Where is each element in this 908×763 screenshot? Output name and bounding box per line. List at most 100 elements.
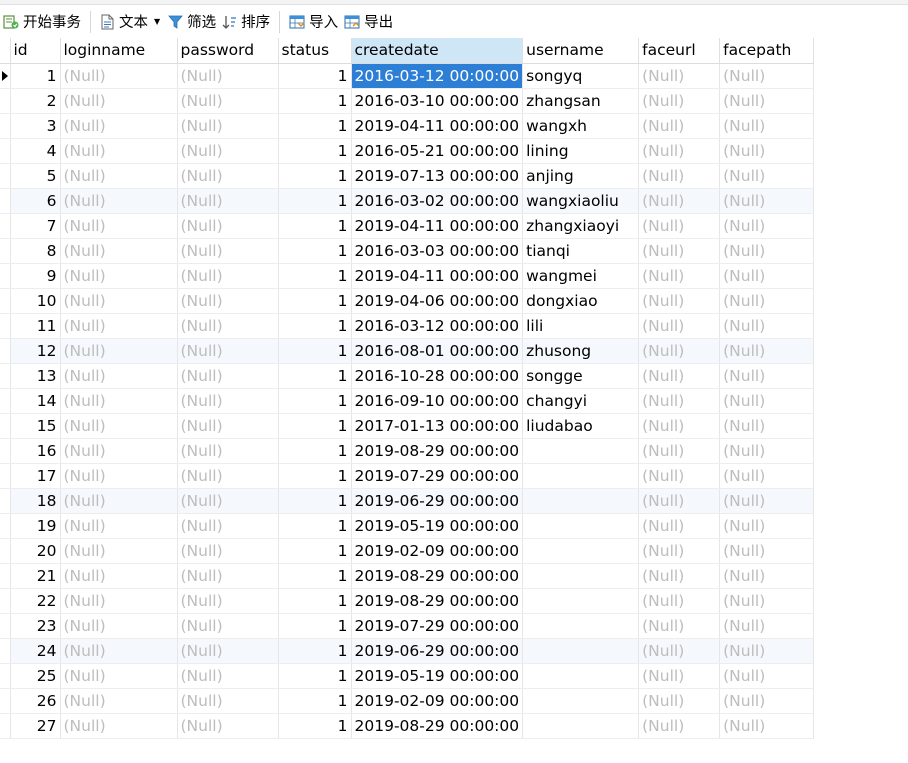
cell-loginname[interactable]: (Null) <box>60 588 178 614</box>
cell-createdate[interactable]: 2019-05-19 00:00:00 <box>351 663 524 689</box>
cell-loginname[interactable]: (Null) <box>60 113 178 139</box>
cell-loginname[interactable]: (Null) <box>60 613 178 639</box>
cell-password[interactable]: (Null) <box>177 563 279 589</box>
cell-id[interactable]: 20 <box>10 538 61 564</box>
filter-button[interactable]: 筛选 <box>165 10 219 34</box>
import-button[interactable]: 导入 <box>286 10 341 34</box>
cell-username[interactable]: wangxiaoliu <box>522 188 640 214</box>
sort-button[interactable]: 排序 <box>219 10 273 34</box>
cell-id[interactable]: 12 <box>10 338 61 364</box>
cell-password[interactable]: (Null) <box>177 63 279 89</box>
cell-faceurl[interactable]: (Null) <box>638 213 721 239</box>
row-selector[interactable] <box>0 563 11 589</box>
cell-facepath[interactable]: (Null) <box>719 238 815 264</box>
cell-faceurl[interactable]: (Null) <box>638 588 721 614</box>
cell-facepath[interactable]: (Null) <box>719 263 815 289</box>
cell-facepath[interactable]: (Null) <box>719 563 815 589</box>
cell-username[interactable]: wangmei <box>522 263 640 289</box>
cell-password[interactable]: (Null) <box>177 163 279 189</box>
table-row[interactable]: 27 (Null) (Null) 1 2019-08-29 00:00:00 (Null)… <box>0 713 815 739</box>
cell-username[interactable]: wangxh <box>522 113 640 139</box>
cell-createdate[interactable]: 2019-07-29 00:00:00 <box>351 463 524 489</box>
cell-createdate[interactable]: 2017-01-13 00:00:00 <box>351 413 524 439</box>
table-row[interactable]: 8 (Null) (Null) 1 2016-03-03 00:00:00 tianqi(… <box>0 238 815 264</box>
row-selector[interactable] <box>0 438 11 464</box>
cell-facepath[interactable]: (Null) <box>719 288 815 314</box>
cell-status[interactable]: 1 <box>278 213 352 239</box>
table-row[interactable]: 7 (Null) (Null) 1 2019-04-11 00:00:00 zhangxi… <box>0 213 815 239</box>
cell-id[interactable]: 13 <box>10 363 61 389</box>
row-selector[interactable] <box>0 263 11 289</box>
cell-id[interactable]: 23 <box>10 613 61 639</box>
cell-faceurl[interactable]: (Null) <box>638 713 721 739</box>
column-header-faceurl[interactable]: faceurl <box>638 38 721 64</box>
cell-username[interactable] <box>522 613 640 639</box>
row-selector[interactable] <box>0 163 11 189</box>
table-row[interactable]: 1 (Null) (Null) 1 2016-03-12 00:00:00 songyq(… <box>0 63 815 89</box>
table-row[interactable]: 10 (Null) (Null) 1 2019-04-06 00:00:00 dongxi… <box>0 288 815 314</box>
cell-id[interactable]: 10 <box>10 288 61 314</box>
cell-faceurl[interactable]: (Null) <box>638 538 721 564</box>
table-row[interactable]: 2 (Null) (Null) 1 2016-03-10 00:00:00 zhangsa… <box>0 88 815 114</box>
cell-password[interactable]: (Null) <box>177 363 279 389</box>
table-row[interactable]: 18 (Null) (Null) 1 2019-06-29 00:00:00 (Null)… <box>0 488 815 514</box>
cell-faceurl[interactable]: (Null) <box>638 113 721 139</box>
cell-faceurl[interactable]: (Null) <box>638 88 721 114</box>
cell-password[interactable]: (Null) <box>177 88 279 114</box>
cell-username[interactable]: dongxiao <box>522 288 640 314</box>
cell-password[interactable]: (Null) <box>177 238 279 264</box>
cell-password[interactable]: (Null) <box>177 538 279 564</box>
table-row[interactable]: 25 (Null) (Null) 1 2019-05-19 00:00:00 (Null)… <box>0 663 815 689</box>
cell-password[interactable]: (Null) <box>177 488 279 514</box>
cell-id[interactable]: 18 <box>10 488 61 514</box>
cell-createdate[interactable]: 2019-06-29 00:00:00 <box>351 488 524 514</box>
table-row[interactable]: 15 (Null) (Null) 1 2017-01-13 00:00:00 liudab… <box>0 413 815 439</box>
cell-id[interactable]: 14 <box>10 388 61 414</box>
cell-status[interactable]: 1 <box>278 188 352 214</box>
cell-faceurl[interactable]: (Null) <box>638 488 721 514</box>
table-row[interactable]: 13 (Null) (Null) 1 2016-10-28 00:00:00 songge… <box>0 363 815 389</box>
cell-facepath[interactable]: (Null) <box>719 313 815 339</box>
column-header-username[interactable]: username <box>522 38 640 64</box>
cell-id[interactable]: 21 <box>10 563 61 589</box>
cell-status[interactable]: 1 <box>278 163 352 189</box>
column-header-createdate[interactable]: createdate <box>351 38 524 64</box>
cell-username[interactable]: songge <box>522 363 640 389</box>
cell-loginname[interactable]: (Null) <box>60 438 178 464</box>
cell-username[interactable]: liudabao <box>522 413 640 439</box>
cell-loginname[interactable]: (Null) <box>60 488 178 514</box>
cell-loginname[interactable]: (Null) <box>60 163 178 189</box>
cell-id[interactable]: 8 <box>10 238 61 264</box>
cell-loginname[interactable]: (Null) <box>60 263 178 289</box>
text-button[interactable]: 文本 ▼ <box>97 10 165 34</box>
cell-faceurl[interactable]: (Null) <box>638 463 721 489</box>
cell-loginname[interactable]: (Null) <box>60 563 178 589</box>
cell-username[interactable] <box>522 538 640 564</box>
row-selector[interactable] <box>0 88 11 114</box>
row-selector[interactable] <box>0 588 11 614</box>
cell-createdate[interactable]: 2016-03-12 00:00:00 <box>351 63 524 89</box>
cell-createdate[interactable]: 2016-08-01 00:00:00 <box>351 338 524 364</box>
cell-username[interactable]: lining <box>522 138 640 164</box>
cell-createdate[interactable]: 2019-04-06 00:00:00 <box>351 288 524 314</box>
cell-id[interactable]: 1 <box>10 63 61 89</box>
column-header-status[interactable]: status <box>278 38 352 64</box>
cell-faceurl[interactable]: (Null) <box>638 688 721 714</box>
cell-password[interactable]: (Null) <box>177 413 279 439</box>
table-row[interactable]: 17 (Null) (Null) 1 2019-07-29 00:00:00 (Null)… <box>0 463 815 489</box>
cell-loginname[interactable]: (Null) <box>60 688 178 714</box>
cell-id[interactable]: 7 <box>10 213 61 239</box>
cell-id[interactable]: 25 <box>10 663 61 689</box>
cell-status[interactable]: 1 <box>278 688 352 714</box>
cell-status[interactable]: 1 <box>278 563 352 589</box>
cell-status[interactable]: 1 <box>278 363 352 389</box>
cell-loginname[interactable]: (Null) <box>60 713 178 739</box>
cell-faceurl[interactable]: (Null) <box>638 188 721 214</box>
cell-createdate[interactable]: 2019-08-29 00:00:00 <box>351 563 524 589</box>
cell-password[interactable]: (Null) <box>177 213 279 239</box>
cell-id[interactable]: 11 <box>10 313 61 339</box>
table-row[interactable]: 14 (Null) (Null) 1 2016-09-10 00:00:00 changy… <box>0 388 815 414</box>
cell-loginname[interactable]: (Null) <box>60 138 178 164</box>
cell-faceurl[interactable]: (Null) <box>638 63 721 89</box>
cell-loginname[interactable]: (Null) <box>60 638 178 664</box>
